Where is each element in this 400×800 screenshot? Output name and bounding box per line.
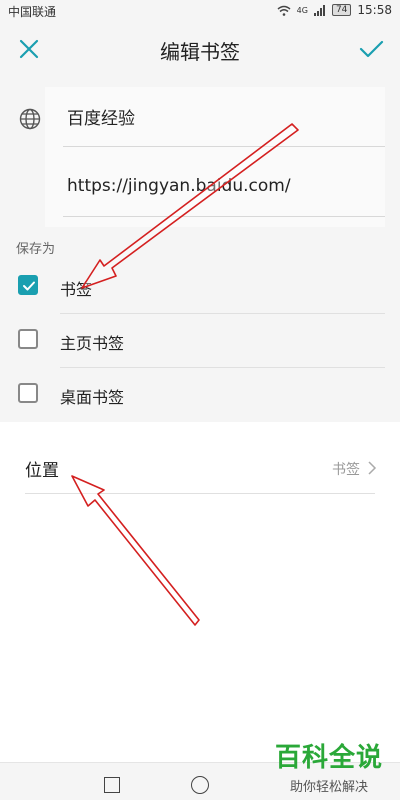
home-icon[interactable] [191, 776, 209, 794]
annotation-arrows [71, 123, 299, 626]
recent-apps-icon[interactable] [104, 777, 120, 793]
watermark-title: 百科全说 [274, 743, 383, 773]
watermark-subtitle: 助你轻松解决 [289, 780, 368, 795]
watermark: 百科全说 助你轻松解决 [270, 737, 388, 795]
arrow-to-location-label [71, 475, 200, 626]
arrow-to-bookmark-option [81, 123, 299, 289]
